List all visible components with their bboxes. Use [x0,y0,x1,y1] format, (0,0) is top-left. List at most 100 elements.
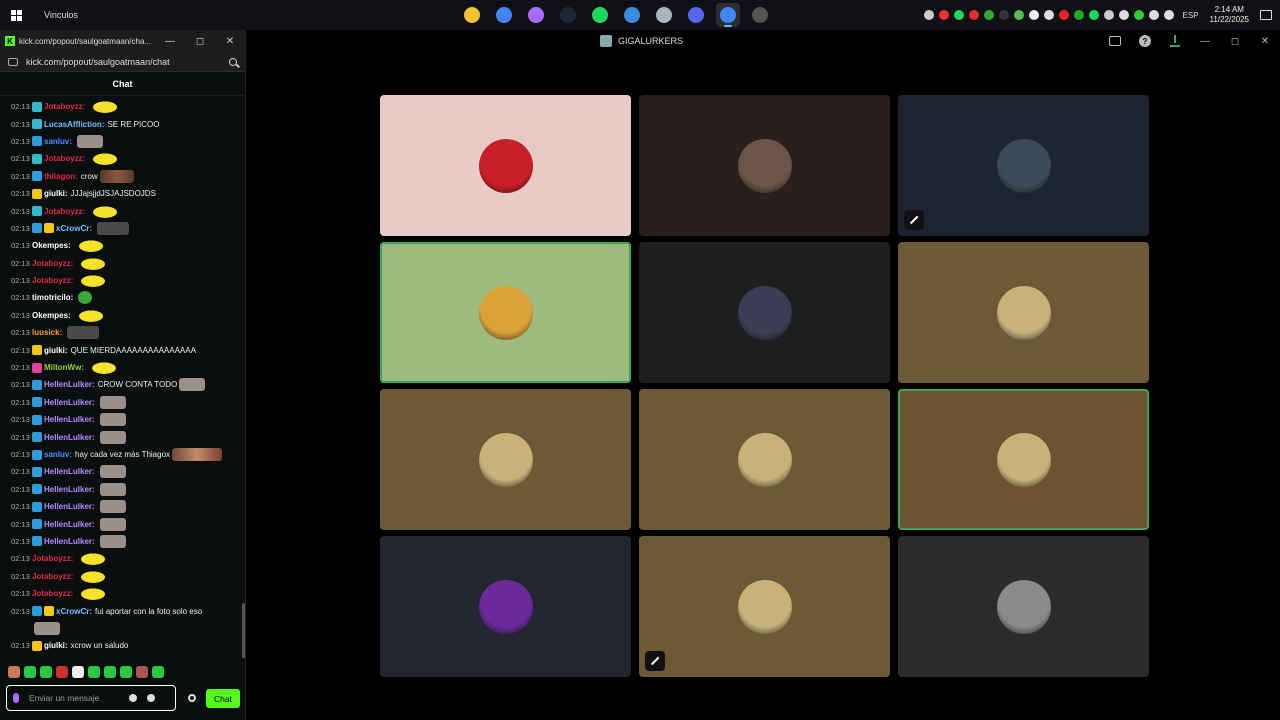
taskbar-app-obs[interactable] [748,3,772,27]
emote-button[interactable] [136,666,148,678]
vip-badge-icon[interactable] [32,362,42,373]
tray-icon[interactable] [1133,10,1144,20]
notifications-icon[interactable] [1260,10,1272,20]
mod-badge-icon[interactable] [32,519,42,530]
chat-username[interactable]: giulki: [44,346,68,355]
participant-tile[interactable] [380,242,631,383]
tray-icon[interactable] [938,10,949,20]
taskbar-app-chrome-active[interactable] [716,3,740,27]
microphone-icon[interactable] [13,693,19,703]
sub-badge-icon[interactable] [32,345,42,356]
emote[interactable] [99,413,126,427]
chat-username[interactable]: Jotaboyzz: [44,207,85,216]
chat-username[interactable]: xCrowCr: [56,224,92,233]
emote[interactable] [99,465,126,479]
taskbar-app-spotify[interactable] [588,3,612,27]
emote-button[interactable] [88,666,100,678]
tray-icon[interactable] [953,10,964,20]
participant-tile[interactable] [639,242,890,383]
emote[interactable] [172,448,223,461]
emote[interactable] [78,291,93,305]
chat-username[interactable]: luusick: [32,328,62,337]
taskbar-app-copilot[interactable] [524,3,548,27]
emote-button[interactable] [24,666,36,678]
chat-username[interactable]: Jotaboyzz: [32,276,73,285]
sub-badge-icon[interactable] [44,606,54,617]
chat-username[interactable]: Jotaboyzz: [44,154,85,163]
chat-username[interactable]: Jotaboyzz: [32,589,73,598]
scrollbar[interactable] [242,603,245,658]
help-button[interactable]: ? [1130,35,1160,47]
microphone-icon[interactable] [1043,10,1054,20]
mod-badge-icon[interactable] [32,397,42,408]
chat-username[interactable]: sanluv: [44,137,72,146]
chat-username[interactable]: HellenLulker: [44,485,95,494]
chat-username[interactable]: timotricilo: [32,293,73,302]
mod-badge-icon[interactable] [32,136,42,147]
site-info-icon[interactable] [8,57,18,66]
tray-icon[interactable] [1148,10,1159,20]
mod-badge-icon[interactable] [32,449,42,460]
emote[interactable] [99,482,126,496]
emote[interactable] [99,500,126,514]
wifi-icon[interactable] [1163,10,1174,20]
emote[interactable] [99,517,126,531]
close-button[interactable]: ✕ [215,36,245,47]
taskbar-app-discord[interactable] [684,3,708,27]
chat-username[interactable]: Okempes: [32,241,71,250]
chat-input-box[interactable] [6,685,176,711]
og-badge-icon[interactable] [32,153,42,164]
start-button[interactable] [0,0,32,30]
participant-tile[interactable] [380,536,631,677]
emote-button[interactable] [8,666,20,678]
emote[interactable] [78,552,109,566]
participant-tile[interactable] [380,389,631,530]
og-badge-icon[interactable] [32,119,42,130]
url-text[interactable]: kick.com/popout/saulgoatmaan/chat [26,57,229,67]
minimize-button[interactable]: — [155,36,185,47]
emote-button[interactable] [152,666,164,678]
participant-tile[interactable] [898,389,1149,530]
emote[interactable] [75,239,106,253]
mod-badge-icon[interactable] [32,466,42,477]
emote[interactable] [67,326,100,340]
tray-icon[interactable] [1073,10,1084,20]
mod-badge-icon[interactable] [32,432,42,443]
emote-button[interactable] [40,666,52,678]
taskbar-app-steam[interactable] [556,3,580,27]
chat-username[interactable]: sanluv: [44,450,72,459]
emote[interactable] [88,361,119,375]
emote[interactable] [90,152,121,166]
taskbar-app-chrome[interactable] [492,3,516,27]
taskbar-app-photos[interactable] [652,3,676,27]
participant-tile[interactable] [898,242,1149,383]
chat-username[interactable]: HellenLulker: [44,537,95,546]
language-indicator[interactable]: ESP [1183,11,1199,20]
emote-button[interactable] [56,666,68,678]
mod-badge-icon[interactable] [32,484,42,495]
chat-username[interactable]: xCrowCr: [56,607,92,616]
emote[interactable] [90,100,121,114]
chat-username[interactable]: HellenLulker: [44,398,95,407]
emote[interactable] [78,256,109,270]
taskbar-app-file-explorer[interactable] [460,3,484,27]
tray-icon[interactable] [923,10,934,20]
emote[interactable] [179,378,206,392]
tray-icon[interactable] [968,10,979,20]
mod-badge-icon[interactable] [32,223,42,234]
chat-username[interactable]: Jotaboyzz: [32,554,73,563]
emote[interactable] [90,204,121,218]
participant-tile[interactable] [898,95,1149,236]
participant-tile[interactable] [639,389,890,530]
taskbar-widget-label[interactable]: Vinculos [44,10,78,20]
emote[interactable] [99,395,126,409]
chat-username[interactable]: LucasAffliction: [44,120,104,129]
emote[interactable] [78,569,109,583]
emote[interactable] [99,534,126,548]
chat-message-list[interactable]: 02:13 Jotaboyzz: 02:13 LucasAffliction: SE R… [0,98,246,658]
participant-tile[interactable] [639,95,890,236]
search-icon[interactable] [229,57,237,66]
chat-username[interactable]: giulki: [44,189,68,198]
maximize-button[interactable]: ◻ [185,36,215,47]
chat-send-button[interactable]: Chat [206,689,240,708]
